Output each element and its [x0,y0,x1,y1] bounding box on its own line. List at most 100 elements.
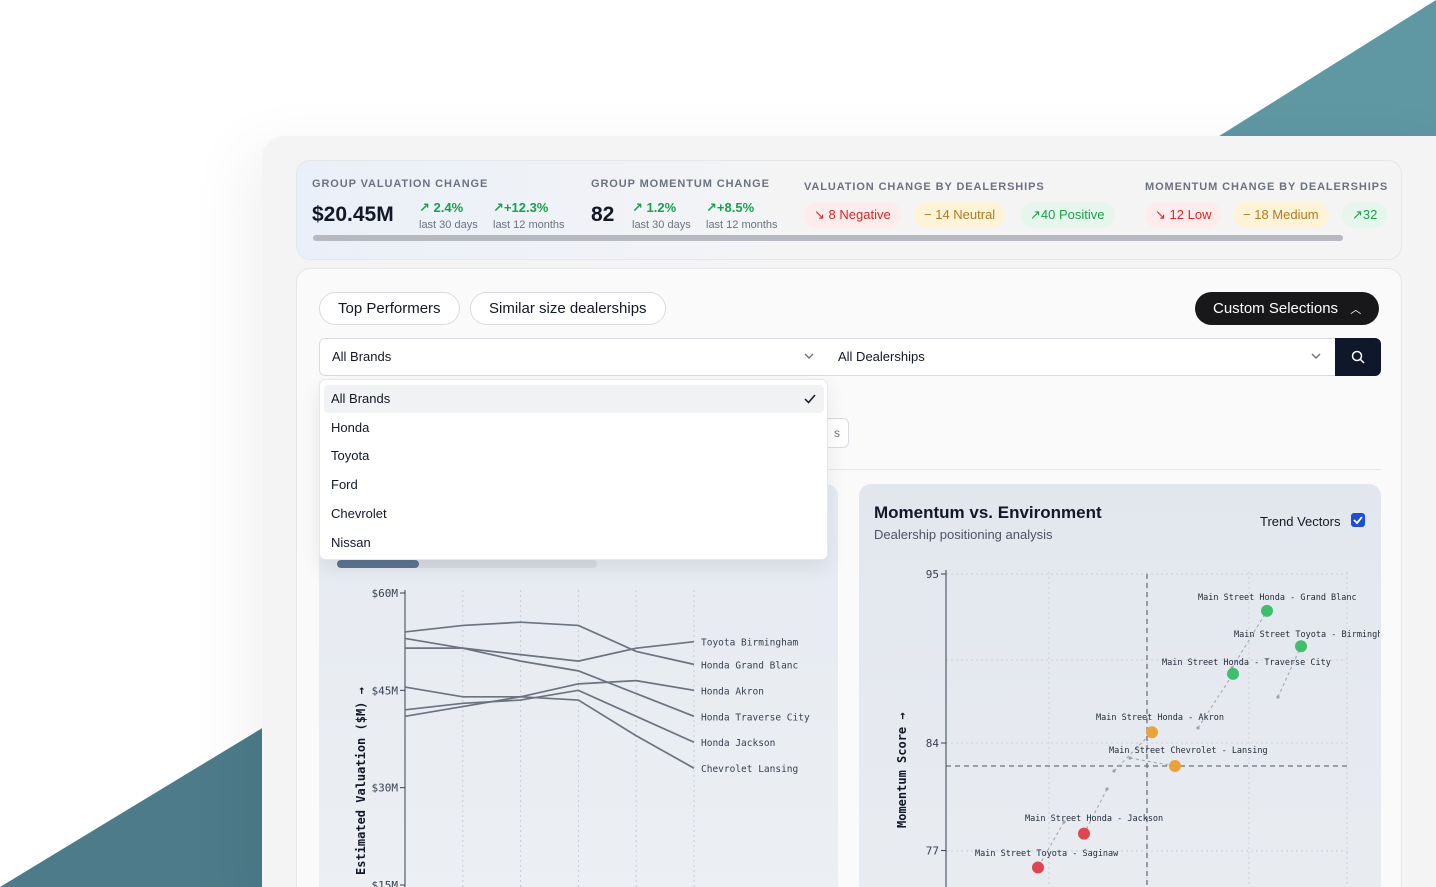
checkmark-icon [1353,516,1363,525]
trend-vector [1277,646,1302,698]
y-tick-label: $30M [372,782,399,795]
scatter-point[interactable] [1261,604,1273,617]
valuation-kpi-label: GROUP VALUATION CHANGE [312,178,489,190]
dropdown-option-label: Ford [331,477,358,493]
momentum-kpi-label: GROUP MOMENTUM CHANGE [591,178,770,190]
series-label: Honda Grand Blanc [701,660,798,671]
y-tick-label: 77 [926,845,939,858]
trend-down-icon: ↘ [814,207,825,222]
trend-up-icon: ↗ [419,200,430,215]
scatter-point[interactable] [1078,827,1090,840]
dropdown-option-label: All Brands [331,391,391,406]
positive-count: 40 Positive [1040,207,1105,222]
momentum-12m-label: last 12 months [706,219,778,231]
y-tick-label: 84 [926,737,940,750]
trend-vector-origin [1105,787,1109,791]
valuation-30d-delta: ↗ 2.4% [419,200,463,216]
point-label: Main Street Honda - Jackson [1025,814,1163,824]
momentum-12m-value: +8.5% [716,200,755,215]
momentum-30d-label: last 30 days [632,219,691,231]
medium-count: 18 Medium [1254,207,1319,222]
kpi-bar[interactable]: GROUP VALUATION CHANGE $20.45M ↗ 2.4% la… [296,160,1402,260]
scatter-point[interactable] [1032,861,1044,874]
high-pill[interactable]: ↗32 [1342,202,1388,228]
valuation-12m-value: +12.3% [503,200,549,215]
series-label: Honda Akron [701,686,764,697]
y-tick-label: $60M [372,587,399,600]
decorative-triangle-bottom [0,727,264,887]
dropdown-option-ford[interactable]: Ford [324,471,824,499]
valuation-12m-delta: ↗+12.3% [493,200,548,216]
scatter-point[interactable] [1227,667,1239,680]
momentum-30d-delta: ↗ 1.2% [632,200,676,216]
low-count: 12 Low [1169,207,1212,222]
momentum-12m-delta: ↗+8.5% [706,200,754,216]
trend-vector [1083,788,1108,834]
series-label: Chevrolet Lansing [701,764,798,775]
horizontal-scrollbar[interactable] [313,235,1343,241]
dropdown-option-label: Toyota [331,448,370,464]
chart-toggle-active[interactable] [337,560,419,568]
custom-selections-button[interactable]: Custom Selections ︿ [1195,292,1380,325]
series-label: Honda Traverse City [701,712,810,723]
dropdown-option-all-brands[interactable]: All Brands [324,385,824,413]
point-label: Main Street Honda - Traverse City [1162,658,1331,668]
valuation-30d-value: 2.4% [433,200,464,215]
dash-icon: − [924,207,932,222]
trend-vector [1129,757,1176,767]
scatter-point[interactable] [1146,726,1158,739]
search-icon [1351,350,1365,364]
chevron-up-icon: ︿ [1350,304,1362,316]
brand-select[interactable]: All Brands [319,338,827,376]
low-pill[interactable]: ↘ 12 Low [1145,202,1222,228]
chevron-down-icon [1311,353,1321,359]
y-tick-label: $45M [372,684,399,697]
point-label: Main Street Chevrolet - Lansing [1109,746,1268,756]
neutral-pill[interactable]: − 14 Neutral [914,202,1006,228]
point-label: Main Street Honda - Grand Blanc [1198,593,1357,603]
y-axis-label: Estimated Valuation ($M) → [354,687,368,875]
brand-dropdown-menu: All Brands Honda Toyota Ford Chevrolet Nissan [319,379,828,560]
y-axis-label: Momentum Score → [895,712,909,828]
scatter-point[interactable] [1169,760,1181,773]
top-performers-button[interactable]: Top Performers [319,292,460,325]
dropdown-option-label: Honda [331,419,370,435]
similar-size-button[interactable]: Similar size dealerships [470,292,666,325]
decorative-triangle-top [1216,0,1436,138]
valuation-line-chart: Toyota Birmingham Honda Grand Blanc Honda … [354,587,810,887]
trend-vectors-label: Trend Vectors [1260,514,1341,529]
positive-pill[interactable]: ↗40 Positive [1020,202,1115,228]
momentum-30d-value: 1.2% [646,200,677,215]
trend-vector-origin [1128,756,1132,760]
trend-up-icon: ↗ [706,200,717,215]
y-tick-label: 95 [926,568,939,581]
brand-select-value: All Brands [332,349,392,364]
dropdown-option-toyota[interactable]: Toyota [324,442,824,470]
dealership-select[interactable]: All Dealerships [826,338,1336,376]
trend-up-icon: ↗ [1352,207,1363,222]
dropdown-option-chevrolet[interactable]: Chevrolet [324,500,824,528]
momentum-by-dealer-label: MOMENTUM CHANGE BY DEALERSHIPS [1145,181,1389,193]
chart-title: Momentum vs. Environment [874,503,1102,522]
trend-vectors-checkbox[interactable] [1351,513,1365,527]
search-button[interactable] [1335,338,1381,376]
dropdown-option-nissan[interactable]: Nissan [324,529,824,557]
negative-pill[interactable]: ↘ 8 Negative [804,202,901,228]
valuation-kpi-value: $20.45M [312,203,394,226]
custom-selections-label: Custom Selections [1213,300,1339,317]
point-label: Main Street Toyota - Saginaw [975,849,1119,859]
series-line [405,640,695,662]
y-tick-label: $15M [372,879,399,887]
scatter-point[interactable] [1295,640,1307,653]
medium-pill[interactable]: − 18 Medium [1233,202,1329,228]
chevron-down-icon [804,353,814,359]
stage: GROUP VALUATION CHANGE $20.45M ↗ 2.4% la… [0,0,1436,887]
dropdown-option-honda[interactable]: Honda [324,414,824,442]
dash-icon: − [1243,207,1251,222]
valuation-30d-label: last 30 days [419,219,478,231]
trend-vector-origin [1112,769,1116,773]
point-label: Main Street Toyota - Birmingham [1234,630,1380,640]
valuation-by-dealer-label: VALUATION CHANGE BY DEALERSHIPS [804,181,1045,193]
trend-up-icon: ↗ [493,200,504,215]
dropdown-option-label: Nissan [331,534,371,550]
